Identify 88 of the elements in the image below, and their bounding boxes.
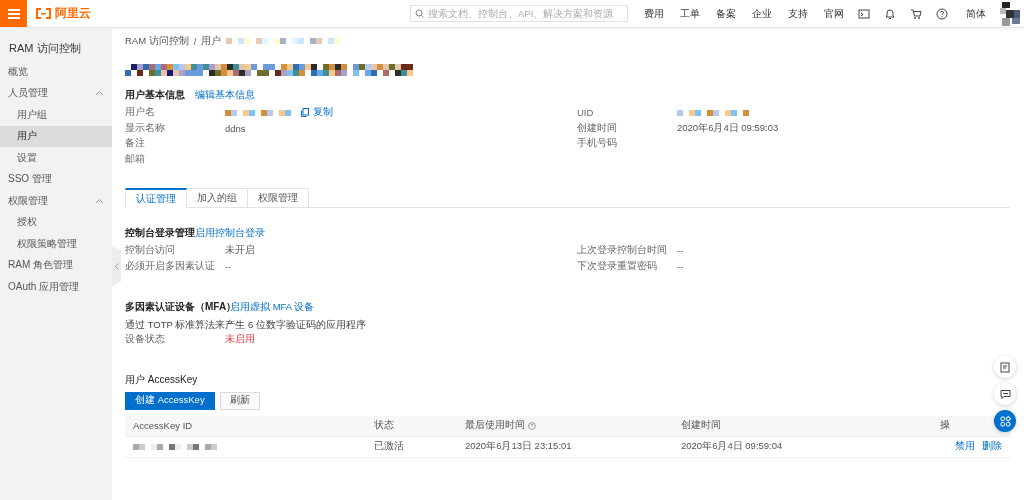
help-icon[interactable] <box>936 7 948 20</box>
action-link[interactable]: 启用虚拟 MFA 设备 <box>230 300 315 314</box>
field-value: -- <box>677 260 684 272</box>
chevron-up-icon <box>95 90 104 97</box>
field-value: ddns <box>225 122 246 134</box>
chevron-up-icon <box>95 197 104 204</box>
avatar-icon[interactable] <box>1000 1 1020 26</box>
chat-button[interactable] <box>994 383 1016 405</box>
tab[interactable]: 加入的组 <box>187 188 248 208</box>
column-header: 最后使用时间 <box>465 419 525 432</box>
nav-link[interactable]: 支持 <box>788 6 808 21</box>
apps-icon <box>999 415 1011 427</box>
table-cell: 2020年6月4日 09:59:04 <box>681 440 783 451</box>
apps-button[interactable] <box>994 410 1016 432</box>
sidebar-item[interactable]: 设置 <box>0 147 112 169</box>
sidebar-item[interactable]: 权限策略管理 <box>0 233 112 255</box>
chat-icon <box>999 388 1011 400</box>
sidebar-item[interactable]: 授权 <box>0 211 112 233</box>
field-label: 显示名称 <box>125 121 165 135</box>
description-text: 通过 TOTP 标准算法来产生 6 位数字验证码的应用程序 <box>125 318 367 332</box>
terminal-icon[interactable] <box>858 7 870 20</box>
cart-icon[interactable] <box>910 7 922 20</box>
copy-icon[interactable] <box>301 108 309 118</box>
status-text: 未启用 <box>225 333 255 347</box>
copy-link[interactable]: 复制 <box>313 106 333 120</box>
field-label: 创建时间 <box>577 121 617 135</box>
section-heading: 用户基本信息 <box>125 88 186 102</box>
tab[interactable]: 权限管理 <box>248 188 309 208</box>
field-label: 备注 <box>125 137 145 151</box>
redacted-mosaic <box>677 109 749 116</box>
row-action-link[interactable]: 禁用 <box>955 440 975 453</box>
nav-link[interactable]: 费用 <box>644 6 664 21</box>
feedback-button[interactable] <box>994 356 1016 378</box>
nav-link[interactable]: 企业 <box>752 6 772 21</box>
nav-link[interactable]: 工单 <box>680 6 700 21</box>
sidebar-item[interactable]: RAM 角色管理 <box>0 254 112 276</box>
table-cell: 已激活 <box>374 440 404 451</box>
action-link[interactable]: 编辑基本信息 <box>195 88 255 102</box>
search-icon <box>415 9 424 18</box>
collapse-handle[interactable] <box>112 246 121 286</box>
field-label: UID <box>577 107 594 119</box>
bell-icon[interactable] <box>884 7 896 20</box>
breadcrumb-link[interactable]: 用户 <box>201 34 222 48</box>
sidebar-item[interactable]: OAuth 应用管理 <box>0 276 112 298</box>
breadcrumb-separator: / <box>193 35 197 47</box>
column-header: 创建时间 <box>681 419 721 430</box>
section-heading: 控制台登录管理 <box>125 226 195 240</box>
menu-button[interactable] <box>0 0 27 27</box>
refresh-button[interactable]: 刷新 <box>219 391 260 410</box>
field-value: -- <box>677 245 684 257</box>
tab[interactable]: 认证管理 <box>125 188 187 208</box>
field-label: 邮箱 <box>125 152 145 166</box>
sidebar-item[interactable]: SSO 管理 <box>0 168 112 190</box>
nav-link[interactable]: 官网 <box>824 6 844 21</box>
sidebar-item[interactable]: 人员管理 <box>0 82 112 104</box>
sidebar-item[interactable]: 权限管理 <box>0 190 112 212</box>
row-action-link[interactable]: 删除 <box>982 440 1002 453</box>
chevron-left-icon <box>114 262 119 270</box>
language-link[interactable]: 简体 <box>966 6 986 21</box>
create-button[interactable]: 创建 AccessKey <box>125 391 215 410</box>
column-header: 状态 <box>374 419 394 430</box>
table-cell: 2020年6月13日 23:15:01 <box>465 440 572 451</box>
field-label: 下次登录重置密码 <box>577 259 657 273</box>
help-icon <box>528 421 536 430</box>
field-label: 手机号码 <box>577 137 617 151</box>
search-field[interactable]: 搜索文档、控制台、API、解决方案和资源 <box>410 5 628 22</box>
sidebar-item[interactable]: 用户 <box>0 125 112 147</box>
nav-link[interactable]: 备案 <box>716 6 736 21</box>
sidebar-item[interactable]: 概览 <box>0 61 112 83</box>
section-heading: 多因素认证设备（MFA） <box>125 300 230 314</box>
note-icon <box>999 361 1011 373</box>
field-label: 用户名 <box>125 106 155 120</box>
field-label: 必须开启多因素认证 <box>125 259 215 273</box>
field-label: 上次登录控制台时间 <box>577 244 667 258</box>
field-label: 设备状态 <box>125 333 165 347</box>
sidebar-item[interactable]: 用户组 <box>0 104 112 126</box>
section-heading: 用户 AccessKey <box>125 372 198 387</box>
column-header: 操 <box>940 419 950 430</box>
breadcrumb-link[interactable]: RAM 访问控制 <box>125 34 189 48</box>
field-value: 2020年6月4日 09:59:03 <box>677 121 779 135</box>
field-value: 未开启 <box>225 244 255 258</box>
action-link[interactable]: 启用控制台登录 <box>195 226 265 240</box>
bracket-logo-icon <box>35 8 52 19</box>
column-header: AccessKey ID <box>133 420 193 431</box>
field-value: -- <box>225 260 232 272</box>
sidebar-title: RAM 访问控制 <box>8 41 82 56</box>
field-label: 控制台访问 <box>125 244 175 258</box>
menu-icon <box>7 8 20 19</box>
